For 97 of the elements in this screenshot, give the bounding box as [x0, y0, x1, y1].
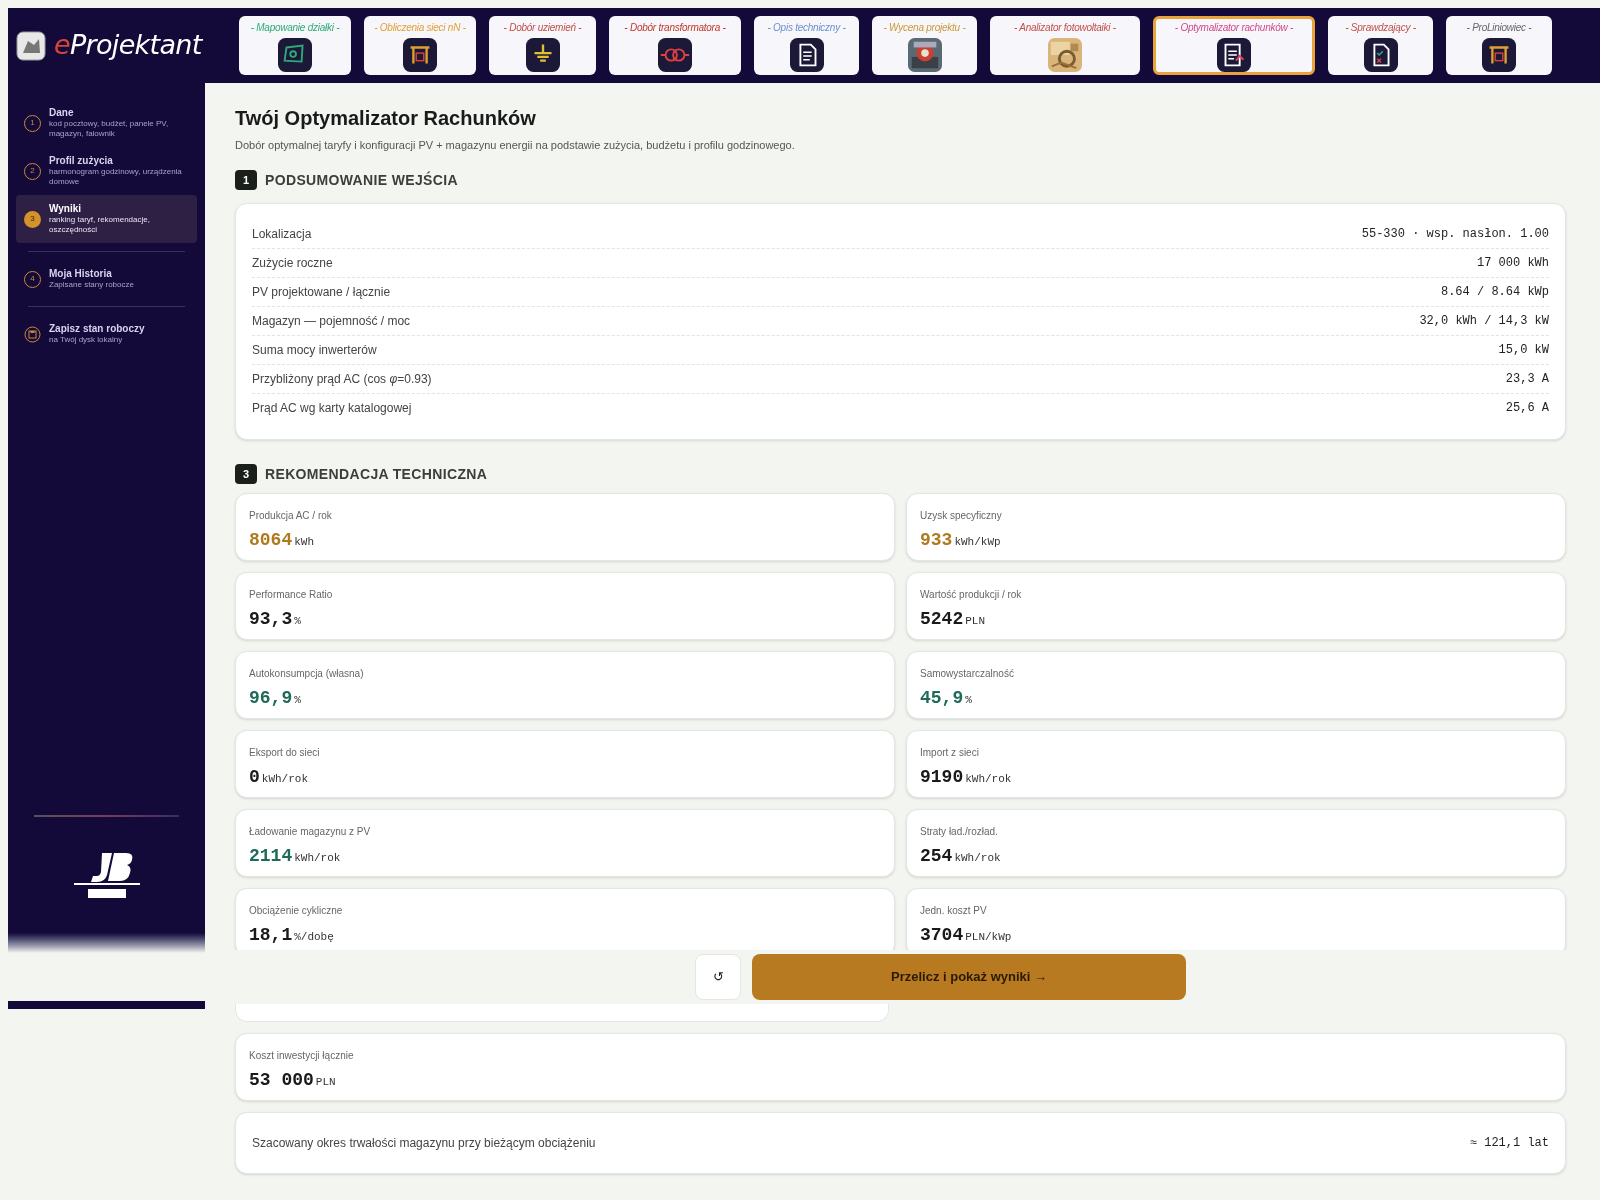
section-heading: PODSUMOWANIE WEJŚCIA: [265, 170, 458, 190]
summary-label: Lokalizacja: [252, 225, 312, 243]
step-title: Profil zużycia: [49, 155, 114, 167]
metric-label: Autokonsumpcja (własna): [249, 666, 365, 681]
metric-unit: PLN: [965, 613, 986, 629]
submit-button[interactable]: Przelicz i pokaż wyniki →: [752, 953, 1186, 1000]
metric-label: Straty ład./rozład.: [920, 824, 999, 839]
metric-unit: %: [965, 692, 972, 708]
step-subtitle: na Twój dysk lokalny: [49, 335, 124, 345]
summary-label: Suma mocy inwerterów: [252, 341, 377, 359]
metric-label: Performance Ratio: [249, 587, 334, 602]
module-tab[interactable]: - ProLiniowiec -: [1446, 16, 1552, 75]
section-heading: REKOMENDACJA TECHNICZNA: [265, 464, 488, 484]
metric-label: Koszt inwestycji łącznie: [249, 1048, 355, 1063]
metric-unit: kWh/rok: [954, 850, 1001, 866]
step-subtitle: kod pocztowy, budżet, panele PV, magazyn, falownik: [49, 119, 170, 139]
metric-value: 93,3: [249, 607, 293, 631]
module-tab[interactable]: - Sprawdzający -: [1328, 16, 1433, 75]
checklist-icon: [1362, 38, 1399, 72]
metric-label: Jedn. koszt PV: [920, 903, 988, 918]
metric-value: 0: [249, 765, 260, 789]
summary-value: 32,0 kWh / 14,3 kW: [1419, 312, 1549, 330]
metric-value: 8064: [249, 528, 293, 552]
app-logo: eProjektant: [54, 28, 202, 63]
logo-icon: [16, 30, 46, 61]
metric-value: 3704: [920, 923, 964, 947]
module-tab[interactable]: - Analizator fotowoltaiki -: [990, 16, 1140, 75]
parcel-icon: [277, 38, 313, 72]
step-subtitle: harmonogram godzinowy, urządzenia domowe: [49, 167, 183, 187]
module-tab[interactable]: - Dobór uziemień -: [489, 16, 596, 75]
module-tab[interactable]: - Mapowanie działki -: [239, 16, 351, 75]
page-subtitle: Dobór optymalnej taryfy i konfiguracji PV + magazynu energii na podstawie zużycia, budżetu i profilu godzinowego.: [235, 138, 796, 153]
summary-label: Magazyn — pojemność / moc: [252, 312, 411, 330]
section-number: 3: [235, 464, 257, 484]
metric-label: Samowystarczalność: [920, 666, 1015, 681]
summary-label: Zużycie roczne: [252, 254, 333, 272]
summary-value: 23,3 A: [1505, 370, 1549, 388]
step-number: 3: [24, 210, 41, 228]
summary-label: Przybliżony prąd AC (cos φ=0.93): [252, 370, 432, 388]
metric-value: 18,1: [249, 923, 293, 947]
sidebar-item[interactable]: 1 Dane kod pocztowy, budżet, panele PV, magazyn, falownik: [16, 99, 197, 147]
metric-value: 45,9: [920, 686, 964, 710]
metric-unit: kWh: [294, 534, 315, 550]
module-tab[interactable]: - Opis techniczny -: [754, 16, 859, 75]
page-title: Twój Optymalizator Rachunków: [235, 106, 537, 131]
summary-label: Prąd AC wg karty katalogowej: [252, 400, 412, 417]
ground-icon: [524, 38, 561, 72]
save-icon: [24, 325, 41, 343]
section-number: 1: [235, 170, 257, 190]
metric-label: Ładowanie magazynu z PV: [249, 824, 372, 839]
metric-label: Wartość produkcji / rok: [920, 587, 1023, 602]
metric-value: 933: [920, 528, 953, 552]
metric-unit: PLN/kWp: [965, 929, 1012, 945]
lifetime-label: Szacowany okres trwałości magazynu przy bieżącym obciążeniu: [252, 1134, 596, 1152]
step-title: Dane: [49, 107, 75, 119]
metric-label: Import z sieci: [920, 745, 980, 760]
metric-label: Obciążenie cykliczne: [249, 903, 344, 918]
bill-chart-icon: [1216, 38, 1252, 72]
sidebar-item[interactable]: 4 Moja Historia Zapisane stany robocze: [16, 260, 197, 298]
metric-unit: kWh/rok: [261, 771, 309, 787]
metric-unit: %: [294, 613, 301, 629]
step-title: Wyniki: [49, 203, 83, 215]
module-tab[interactable]: - Dobór transformatora -: [609, 16, 741, 75]
metric-value: 53 000: [249, 1068, 314, 1092]
summary-label: PV projektowane / łącznie: [252, 283, 391, 301]
step-title: Moja Historia: [49, 268, 113, 280]
transformer-icon: [657, 38, 693, 72]
metric-unit: kWh/rok: [965, 771, 1012, 787]
metric-value: 9190: [920, 765, 964, 789]
metric-value: 5242: [920, 607, 964, 631]
summary-value: 8.64 / 8.64 kWp: [1440, 283, 1549, 301]
summary-value: 15,0 kW: [1498, 341, 1549, 359]
reset-button[interactable]: ↺: [695, 953, 741, 1000]
step-subtitle: ranking taryf, rekomendacje, oszczędności: [49, 215, 151, 235]
metric-unit: %: [294, 692, 301, 708]
summary-value: 25,6 A: [1505, 400, 1549, 417]
metric-label: Uzysk specyficzny: [920, 508, 1003, 523]
lifetime-value: ≈ 121,1 lat: [1469, 1134, 1549, 1152]
metric-label: Produkcja AC / rok: [249, 508, 333, 523]
metric-value: 96,9: [249, 686, 293, 710]
module-tab[interactable]: - Wycena projektu -: [872, 16, 977, 75]
document-icon: [788, 38, 825, 72]
sidebar-item[interactable]: 3 Wyniki ranking taryf, rekomendacje, oszczędności: [16, 195, 197, 243]
metric-value: 254: [920, 844, 953, 868]
sidebar-item[interactable]: 2 Profil zużycia harmonogram godzinowy, urządzenia domowe: [16, 147, 197, 195]
metric-value: 2114: [249, 844, 293, 868]
metric-unit: kWh/kWp: [954, 534, 1001, 550]
metric-unit: kWh/rok: [294, 850, 341, 866]
step-title: Zapisz stan roboczy: [49, 323, 145, 335]
summary-value: 17 000 kWh: [1477, 254, 1549, 272]
metric-unit: PLN: [315, 1074, 336, 1090]
metric-unit: %/dobę: [294, 929, 334, 945]
module-tab[interactable]: - Optymalizator rachunków -: [1153, 16, 1315, 75]
metric-label: Eksport do sieci: [249, 745, 321, 760]
step-subtitle: Zapisane stany robocze: [49, 280, 134, 290]
sidebar-item[interactable]: Zapisz stan roboczy na Twój dysk lokalny: [16, 315, 197, 353]
summary-value: 55-330 · wsp. nasłon. 1.00: [1361, 225, 1549, 243]
